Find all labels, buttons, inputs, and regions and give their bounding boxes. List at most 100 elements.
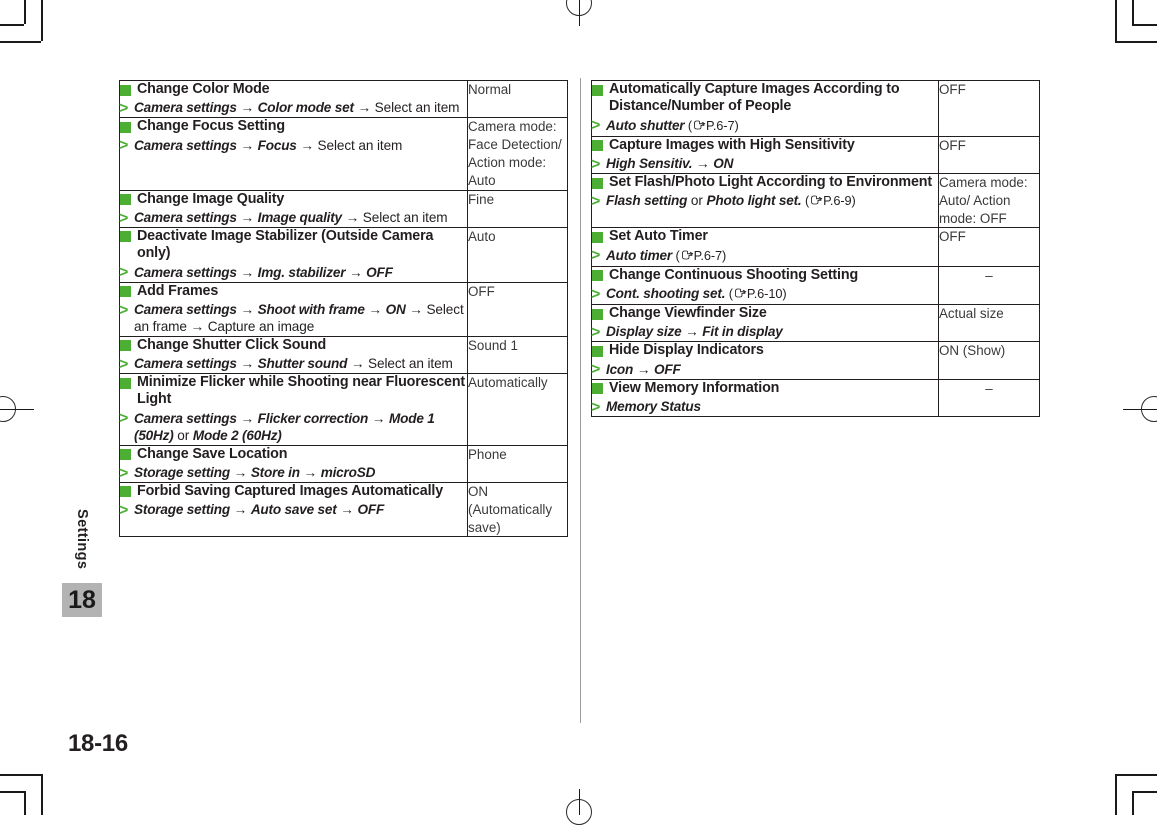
pointing-hand-icon: [693, 119, 706, 136]
table-row: Change Focus Setting > Camera settings → F…: [119, 117, 568, 191]
setting-description-cell: Change Save Location > Storage setting → S…: [119, 444, 468, 483]
default-value-cell: Actual size: [938, 304, 1040, 343]
arrow-icon: →: [296, 137, 318, 153]
arrow-icon: →: [236, 210, 258, 226]
pointing-hand-icon: [810, 194, 823, 211]
arrow-icon: →: [347, 356, 369, 372]
setting-heading: Set Flash/Photo Light According to Envir…: [592, 174, 938, 191]
arrow-icon: →: [236, 356, 258, 372]
arrow-icon: →: [681, 324, 703, 340]
green-square-bullet-icon: [592, 140, 603, 152]
crop-mark-bottom-left-inner-horizontal: [0, 774, 41, 776]
pointing-hand-icon: [681, 249, 694, 266]
default-value-cell: Automatically: [467, 373, 568, 446]
default-value-cell: ON (Show): [938, 341, 1040, 380]
setting-operation-path: > Camera settings → Shoot with frame → ON…: [119, 301, 467, 336]
instruction-token: Capture an image: [207, 318, 315, 334]
table-row: View Memory Information > Memory Status –: [591, 378, 1040, 417]
default-value-cell: OFF: [938, 80, 1040, 137]
setting-operation-path: > Auto timer (P.6-7): [591, 247, 938, 266]
menu-path-token: Camera settings: [134, 264, 237, 280]
setting-heading: Set Auto Timer: [592, 228, 938, 245]
crop-mark-bottom-right-inner-vertical: [1115, 774, 1117, 815]
setting-heading-text: Automatically Capture Images According t…: [609, 81, 900, 115]
menu-path-token: Camera settings: [134, 100, 237, 116]
menu-path-token: Auto shutter: [606, 117, 685, 133]
menu-path-token: Store in: [250, 465, 300, 480]
setting-description-cell: Deactivate Image Stabilizer (Outside Cam…: [119, 226, 468, 283]
setting-operation-path: > Icon → OFF: [591, 361, 938, 379]
registration-mark-bottom-crosshair: [578, 789, 580, 815]
setting-heading: Minimize Flicker while Shooting near Flu…: [120, 374, 467, 409]
menu-path-token: Display size: [606, 324, 682, 340]
settings-table-left: Change Color Mode > Camera settings → Colo…: [119, 79, 568, 538]
menu-path-token: Img. stabilizer: [257, 264, 346, 280]
setting-heading-text: Capture Images with High Sensitivity: [609, 136, 855, 153]
menu-path-token: OFF: [366, 264, 393, 280]
setting-operation-path: > Cont. shooting set. (P.6-10): [591, 286, 938, 304]
page-reference: (: [684, 117, 693, 133]
setting-description-cell: Minimize Flicker while Shooting near Flu…: [119, 373, 468, 446]
instruction-token: Select an item: [368, 356, 453, 372]
page-reference: P.6-7): [693, 247, 727, 263]
setting-heading: Automatically Capture Images According t…: [592, 81, 938, 116]
green-square-bullet-icon: [592, 84, 603, 96]
setting-operation-path: > Flash setting or Photo light set. (P.6-…: [591, 193, 938, 211]
default-value-cell: OFF: [938, 227, 1040, 267]
green-square-bullet-icon: [592, 177, 603, 189]
crop-mark-bottom-left-horizontal: [0, 791, 24, 793]
setting-description-cell: Change Shutter Click Sound > Camera settin…: [119, 335, 468, 375]
arrow-icon: →: [353, 100, 375, 116]
crop-mark-top-right-inner-vertical: [1115, 0, 1117, 41]
setting-heading: Deactivate Image Stabilizer (Outside Cam…: [120, 228, 467, 263]
default-value-cell: Camera mode: Face Detection/ Action mode…: [467, 117, 568, 191]
table-row: Set Flash/Photo Light According to Envir…: [591, 172, 1040, 229]
table-row: Change Viewfinder Size > Display size → Fi…: [591, 304, 1040, 343]
pointing-hand-icon: [734, 287, 747, 304]
arrow-icon: →: [692, 156, 714, 172]
green-greater-than-marker-icon: >: [119, 464, 129, 482]
menu-path-token: microSD: [320, 465, 376, 480]
setting-description-cell: Automatically Capture Images According t…: [591, 80, 939, 137]
green-greater-than-marker-icon: >: [119, 355, 129, 373]
setting-heading-text: Hide Display Indicators: [609, 342, 764, 359]
page-reference: P.6-9): [823, 193, 856, 209]
arrow-icon: →: [236, 410, 258, 426]
setting-description-cell: Change Focus Setting > Camera settings → F…: [119, 117, 468, 191]
setting-description-cell: Capture Images with High Sensitivity > Hig…: [591, 135, 939, 175]
default-value-cell: –: [938, 378, 1040, 417]
page-reference: (: [801, 193, 810, 209]
crop-mark-bottom-left-vertical: [24, 791, 26, 815]
setting-heading-text: View Memory Information: [609, 379, 780, 396]
menu-path-token: Camera settings: [134, 210, 237, 226]
setting-heading: View Memory Information: [592, 380, 938, 397]
setting-heading: Add Frames: [120, 283, 467, 300]
green-square-bullet-icon: [120, 84, 131, 96]
chapter-tab-number: 18: [62, 583, 102, 617]
menu-path-token: Fit in display: [702, 324, 783, 340]
menu-path-token: OFF: [654, 361, 681, 377]
setting-heading: Change Color Mode: [120, 81, 467, 98]
green-square-bullet-icon: [120, 194, 131, 206]
green-greater-than-marker-icon: >: [119, 99, 129, 117]
registration-mark-right-crosshair: [1123, 408, 1157, 410]
page-number: 18-16: [68, 730, 128, 757]
setting-description-cell: View Memory Information > Memory Status: [591, 378, 939, 417]
arrow-icon: →: [368, 410, 389, 426]
setting-heading: Change Focus Setting: [120, 118, 467, 135]
default-value-cell: Normal: [467, 79, 568, 119]
menu-path-token: ON: [713, 156, 734, 172]
green-greater-than-marker-icon: >: [119, 301, 129, 319]
menu-path-token: OFF: [357, 502, 385, 518]
menu-path-token: Camera settings: [134, 137, 237, 153]
setting-description-cell: Add Frames > Camera settings → Shoot with …: [119, 281, 468, 337]
setting-heading-text: Set Flash/Photo Light According to Envir…: [609, 174, 932, 190]
menu-path-token: Storage setting: [134, 465, 230, 480]
setting-heading: Change Continuous Shooting Setting: [592, 267, 938, 284]
green-greater-than-marker-icon: >: [119, 501, 129, 519]
crop-mark-top-right-horizontal: [1132, 24, 1157, 26]
menu-path-token: Mode 2 (60Hz): [192, 427, 282, 443]
arrow-icon: →: [229, 465, 251, 480]
instruction-token: Select an item: [362, 210, 448, 226]
settings-table-right-body: Automatically Capture Images According t…: [591, 80, 1040, 417]
